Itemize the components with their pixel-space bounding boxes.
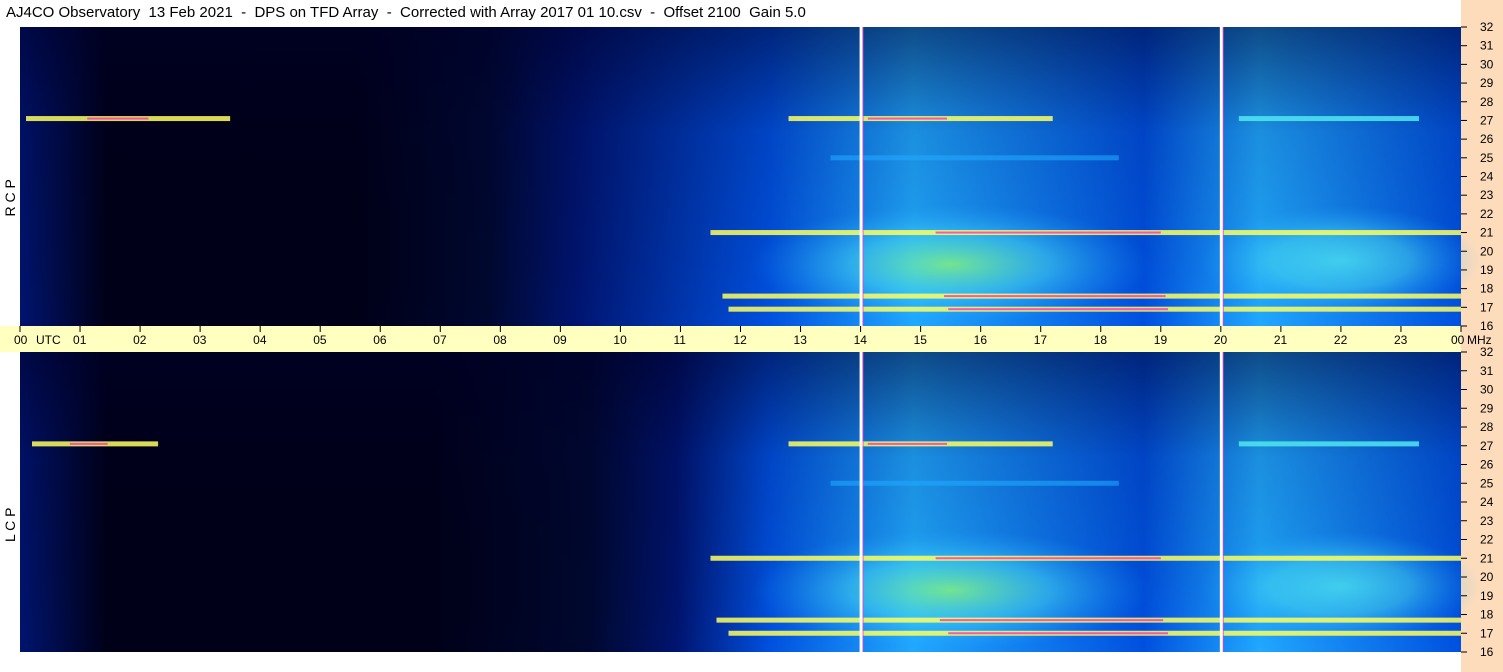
freq-tick-label: 28: [1480, 420, 1494, 434]
time-tick-label: 04: [253, 333, 267, 347]
signal-band: [1238, 441, 1419, 447]
polarization-label: R C P: [2, 179, 18, 216]
time-marker-line: [859, 352, 863, 652]
frequency-axis-lcp: 16 17 18 19 20 21 22 23 24 25 26 27 28 29 30 31 32: [1461, 345, 1494, 659]
freq-tick-label: 18: [1480, 608, 1494, 622]
emission-blob: [750, 204, 1151, 325]
time-marker-line: [859, 27, 863, 326]
signal-band-peak: [935, 231, 1161, 234]
freq-tick-label: 19: [1480, 589, 1494, 603]
freq-tick-label: 32: [1480, 20, 1494, 34]
freq-tick-label: 25: [1480, 151, 1494, 165]
freq-tick-label: 21: [1480, 551, 1494, 565]
signal-band-peak: [948, 632, 1168, 635]
time-tick-label: 18: [1094, 333, 1108, 347]
time-marker-line: [1219, 352, 1223, 652]
time-marker-line: [1219, 27, 1223, 326]
time-tick-label: 08: [493, 333, 507, 347]
freq-tick-label: 27: [1480, 113, 1494, 127]
signal-band-peak: [87, 117, 149, 120]
signal-band-peak: [948, 308, 1168, 311]
time-tick-label: 13: [794, 333, 808, 347]
freq-tick-label: 27: [1480, 439, 1494, 453]
signal-band-peak: [935, 557, 1161, 560]
freq-tick-label: 16: [1480, 319, 1494, 333]
freq-tick-label: 24: [1480, 170, 1494, 184]
time-tick-label: 05: [313, 333, 327, 347]
freq-tick-label: 17: [1480, 300, 1494, 314]
time-tick-label: 01: [73, 333, 87, 347]
time-tick-label: 16: [974, 333, 988, 347]
polarization-labels: R C P L C P: [2, 179, 18, 542]
freq-tick-label: 20: [1480, 570, 1494, 584]
freq-tick-label: 24: [1480, 495, 1494, 509]
time-tick-label: 23: [1394, 333, 1408, 347]
time-tick-label: 20: [1214, 333, 1228, 347]
signal-band-peak: [944, 295, 1166, 298]
time-tick-label: 03: [193, 333, 207, 347]
freq-tick-label: 29: [1480, 401, 1494, 415]
time-marker-edge: [1222, 352, 1224, 652]
freq-tick-label: 22: [1480, 533, 1494, 547]
signal-band-peak: [867, 442, 948, 445]
time-tick-label: 07: [433, 333, 447, 347]
time-tick-label: 19: [1154, 333, 1168, 347]
freq-tick-label: 16: [1480, 645, 1494, 659]
freq-tick-label: 32: [1480, 345, 1494, 359]
freq-tick-label: 26: [1480, 132, 1494, 146]
freq-tick-label: 31: [1480, 364, 1494, 378]
signal-band-peak: [69, 442, 108, 445]
freq-tick-label: 28: [1480, 95, 1494, 109]
time-tick-label: 14: [854, 333, 868, 347]
lcp-panel: [20, 352, 1481, 652]
signal-band-peak: [867, 117, 948, 120]
time-tick-label: 11: [673, 333, 686, 347]
freq-tick-label: 29: [1480, 76, 1494, 90]
freq-tick-label: 20: [1480, 244, 1494, 258]
freq-tick-label: 21: [1480, 226, 1494, 240]
freq-tick-label: 23: [1480, 188, 1494, 202]
time-tick-label: 22: [1334, 333, 1348, 347]
signal-band: [830, 480, 1119, 486]
freq-tick-label: 30: [1480, 383, 1494, 397]
time-marker-edge: [862, 352, 864, 652]
time-tick-label: 10: [613, 333, 627, 347]
freq-tick-label: 31: [1480, 39, 1494, 53]
frequency-axis-rcp: 16 17 18 19 20 21 22 23 24 25 26 27 28 29 30 31 32: [1461, 20, 1494, 333]
freq-tick-label: 30: [1480, 57, 1494, 71]
time-tick-label: 00: [1451, 333, 1465, 347]
utc-label: UTC: [36, 333, 61, 347]
emission-blob: [1200, 531, 1481, 642]
freq-tick-label: 23: [1480, 514, 1494, 528]
freq-tick-label: 17: [1480, 626, 1494, 640]
emission-blob: [1200, 205, 1481, 316]
time-tick-label: 17: [1034, 333, 1048, 347]
signal-band: [1238, 116, 1419, 122]
time-band-background: [0, 326, 1461, 352]
polarization-label: L C P: [2, 508, 18, 543]
freq-tick-label: 22: [1480, 207, 1494, 221]
time-tick-label: 09: [553, 333, 567, 347]
freq-tick-label: 19: [1480, 263, 1494, 277]
freq-tick-label: 26: [1480, 458, 1494, 472]
time-tick-label: 15: [914, 333, 928, 347]
time-tick-label: 00: [14, 333, 28, 347]
time-tick-label: 12: [734, 333, 748, 347]
freq-tick-label: 25: [1480, 476, 1494, 490]
time-marker-edge: [1222, 27, 1224, 326]
signal-band-peak: [939, 619, 1164, 622]
freq-tick-label: 18: [1480, 282, 1494, 296]
time-tick-label: 21: [1274, 333, 1288, 347]
signal-band: [830, 155, 1119, 161]
time-marker-edge: [862, 27, 864, 326]
time-axis-band: 00 01 02 03 04 05 06 07 08 09 10 11 12 13 14 15 16 17 18 19…: [0, 326, 1492, 352]
time-tick-label: 06: [373, 333, 387, 347]
time-tick-label: 02: [133, 333, 147, 347]
spectrogram-svg: 00 01 02 03 04 05 06 07 08 09 10 11 12 13 14 15 16 17 18 19…: [0, 20, 1494, 659]
rcp-panel: [20, 27, 1481, 326]
